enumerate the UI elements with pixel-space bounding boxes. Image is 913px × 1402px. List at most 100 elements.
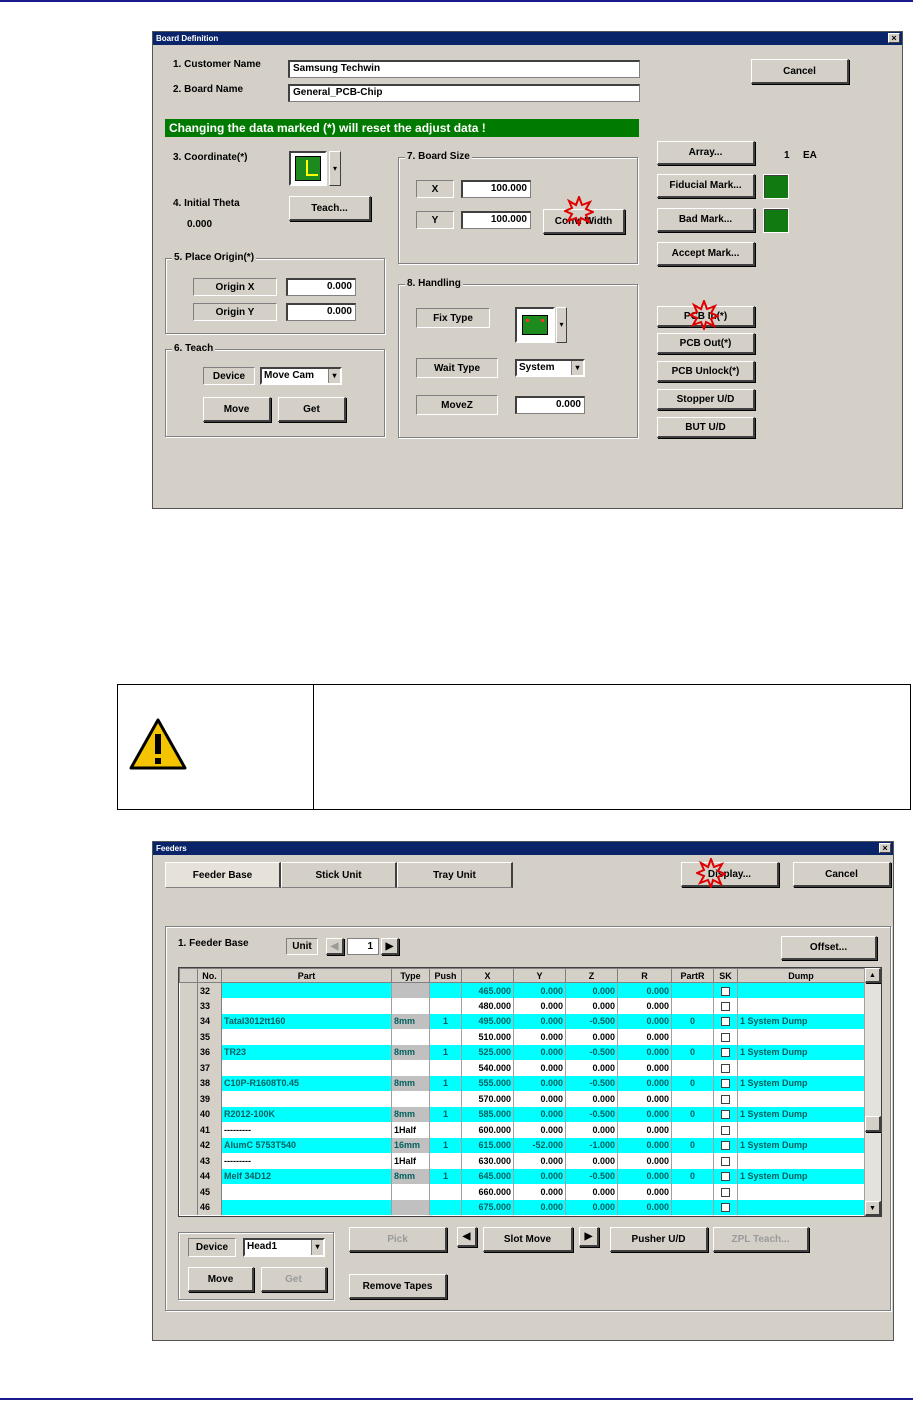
device-select[interactable]: Head1 ▾ [243, 1238, 325, 1257]
skip-checkbox[interactable] [721, 1203, 730, 1213]
but-ud-button[interactable]: BUT U/D [657, 417, 755, 438]
cell-y[interactable]: 0.000 [513, 1091, 566, 1107]
cell-part[interactable] [221, 1199, 392, 1215]
cell-part[interactable] [221, 1184, 392, 1200]
get-button[interactable]: Get [261, 1267, 327, 1292]
cell-partr[interactable] [671, 1029, 714, 1045]
wait-type-select[interactable]: System ▾ [515, 359, 585, 377]
offset-button[interactable]: Offset... [781, 936, 877, 960]
cell-push[interactable] [429, 1029, 462, 1045]
cell-dump[interactable] [737, 1122, 865, 1138]
cell-x[interactable]: 465.000 [461, 982, 514, 998]
cell-partr[interactable] [671, 998, 714, 1014]
pick-button[interactable]: Pick [349, 1227, 447, 1252]
device-select[interactable]: Move Cam ▾ [260, 367, 342, 385]
cell-part[interactable] [221, 1091, 392, 1107]
col-dump[interactable]: Dump [737, 968, 865, 983]
cell-dump[interactable] [737, 1091, 865, 1107]
cell-y[interactable]: 0.000 [513, 1044, 566, 1060]
cell-no[interactable]: 39 [197, 1091, 222, 1107]
cell-part[interactable]: C10P-R1608T0.45 [221, 1075, 392, 1091]
cell-no[interactable]: 45 [197, 1184, 222, 1200]
cell-z[interactable]: -0.500 [565, 1075, 618, 1091]
cell-y[interactable]: 0.000 [513, 1106, 566, 1122]
skip-checkbox[interactable] [721, 1079, 730, 1089]
cell-dump[interactable]: 1 System Dump [737, 1044, 865, 1060]
skip-checkbox[interactable] [721, 1110, 730, 1120]
cell-type[interactable] [391, 1199, 430, 1215]
pusher-ud-button[interactable]: Pusher U/D [610, 1227, 708, 1252]
cell-r[interactable]: 0.000 [617, 1060, 672, 1076]
cell-type[interactable] [391, 998, 430, 1014]
cell-part[interactable]: --------- [221, 1122, 392, 1138]
cell-y[interactable]: 0.000 [513, 982, 566, 998]
cell-y[interactable]: 0.000 [513, 1075, 566, 1091]
table-row[interactable]: 43 --------- 1Half 630.000 0.000 0.000 0.000 [179, 1153, 865, 1169]
cell-no[interactable]: 38 [197, 1075, 222, 1091]
cell-z[interactable]: 0.000 [565, 1184, 618, 1200]
cell-r[interactable]: 0.000 [617, 982, 672, 998]
cell-push[interactable]: 1 [429, 1075, 462, 1091]
cell-no[interactable]: 36 [197, 1044, 222, 1060]
unit-next-button[interactable]: ▶ [381, 938, 399, 955]
board-x-input[interactable]: 100.000 [461, 180, 531, 198]
cell-partr[interactable]: 0 [671, 1168, 714, 1184]
scroll-up-icon[interactable]: ▲ [865, 968, 881, 983]
skip-checkbox[interactable] [721, 1125, 730, 1135]
cell-type[interactable]: 1Half [391, 1122, 430, 1138]
cell-partr[interactable] [671, 1199, 714, 1215]
cell-z[interactable]: 0.000 [565, 998, 618, 1014]
pcb-out-button[interactable]: PCB Out(*) [657, 333, 755, 354]
cell-r[interactable]: 0.000 [617, 1075, 672, 1091]
cancel-button[interactable]: Cancel [793, 862, 891, 887]
col-z[interactable]: Z [565, 968, 618, 983]
cell-push[interactable] [429, 1091, 462, 1107]
cell-x[interactable]: 570.000 [461, 1091, 514, 1107]
cell-z[interactable]: -0.500 [565, 1106, 618, 1122]
cell-push[interactable] [429, 1184, 462, 1200]
cell-part[interactable]: R2012-100K [221, 1106, 392, 1122]
cell-partr[interactable] [671, 1153, 714, 1169]
cell-push[interactable]: 1 [429, 1106, 462, 1122]
cell-z[interactable]: 0.000 [565, 1153, 618, 1169]
cell-r[interactable]: 0.000 [617, 1106, 672, 1122]
table-row[interactable]: 35 510.000 0.000 0.000 0.000 [179, 1029, 865, 1045]
cell-no[interactable]: 46 [197, 1199, 222, 1215]
scroll-thumb[interactable] [865, 1116, 881, 1132]
cell-r[interactable]: 0.000 [617, 1184, 672, 1200]
cell-part[interactable] [221, 1060, 392, 1076]
cell-part[interactable]: --------- [221, 1153, 392, 1169]
cell-part[interactable] [221, 998, 392, 1014]
close-icon[interactable]: × [879, 843, 891, 853]
table-row[interactable]: 33 480.000 0.000 0.000 0.000 [179, 998, 865, 1014]
bad-mark-button[interactable]: Bad Mark... [657, 208, 755, 232]
cell-type[interactable]: 8mm [391, 1044, 430, 1060]
cell-y[interactable]: 0.000 [513, 1184, 566, 1200]
cell-no[interactable]: 35 [197, 1029, 222, 1045]
skip-checkbox[interactable] [721, 1187, 730, 1197]
slot-next-button[interactable]: ▶ [579, 1227, 599, 1247]
fiducial-mark-button[interactable]: Fiducial Mark... [657, 174, 755, 198]
zpl-teach-button[interactable]: ZPL Teach... [713, 1227, 809, 1252]
move-button[interactable]: Move [203, 397, 271, 422]
cell-z[interactable]: -0.500 [565, 1168, 618, 1184]
cell-partr[interactable]: 0 [671, 1044, 714, 1060]
cell-partr[interactable]: 0 [671, 1137, 714, 1153]
cell-push[interactable] [429, 1122, 462, 1138]
cell-r[interactable]: 0.000 [617, 1122, 672, 1138]
cell-part[interactable] [221, 1029, 392, 1045]
cell-y[interactable]: -52.000 [513, 1137, 566, 1153]
cell-partr[interactable] [671, 1091, 714, 1107]
cell-x[interactable]: 480.000 [461, 998, 514, 1014]
cell-type[interactable] [391, 1184, 430, 1200]
cell-dump[interactable] [737, 1029, 865, 1045]
cell-x[interactable]: 585.000 [461, 1106, 514, 1122]
cell-dump[interactable]: 1 System Dump [737, 1013, 865, 1029]
skip-checkbox[interactable] [721, 986, 730, 996]
cell-push[interactable] [429, 982, 462, 998]
skip-checkbox[interactable] [721, 1141, 730, 1151]
col-sk[interactable]: SK [713, 968, 738, 983]
cell-r[interactable]: 0.000 [617, 1091, 672, 1107]
col-no[interactable]: No. [197, 968, 222, 983]
close-icon[interactable]: × [888, 33, 900, 43]
